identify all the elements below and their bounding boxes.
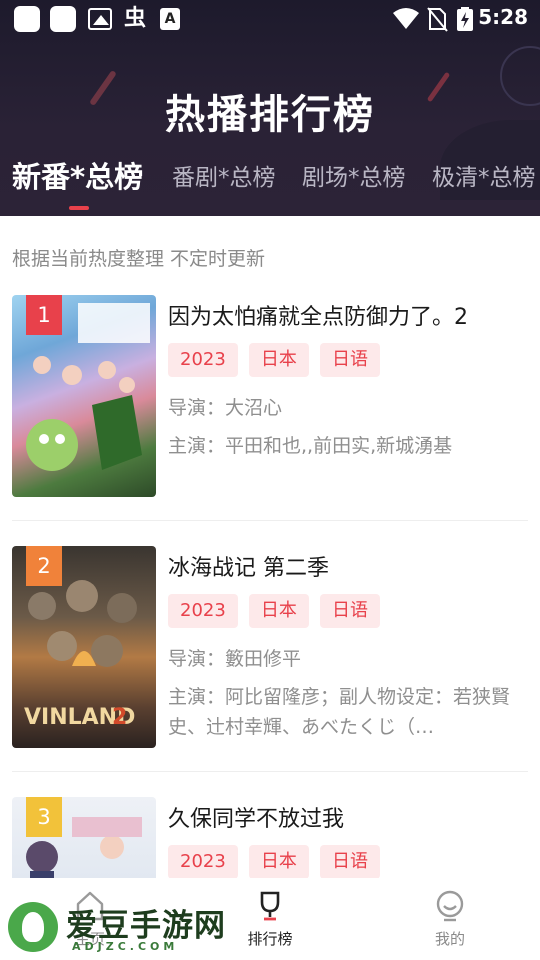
- ranking-item[interactable]: 1 因为太怕痛就全点防御力了。2 2023 日本 日语 导演：大沼心 主演：平田…: [12, 295, 528, 505]
- rank-badge: 1: [26, 295, 62, 335]
- year-tag: 2023: [168, 343, 238, 377]
- poster-image: VINLAND 2 2: [12, 546, 156, 748]
- tag-list: 2023 日本 日语: [168, 594, 386, 628]
- ranking-item[interactable]: 3 久保同学不放过我 2023 日本 日语: [12, 797, 528, 878]
- region-tag: 日本: [248, 343, 309, 377]
- tab-bar: 新番*总榜 番剧*总榜 剧场*总榜 极清*总榜: [0, 158, 540, 208]
- app-square-icon: [50, 6, 76, 32]
- no-sim-icon: [427, 7, 448, 32]
- rank-badge: 2: [26, 546, 62, 586]
- active-tab-indicator: [69, 206, 89, 210]
- user-icon: [436, 890, 464, 922]
- region-tag: 日本: [248, 845, 309, 878]
- image-icon: [88, 8, 112, 30]
- item-title[interactable]: 因为太怕痛就全点防御力了。2: [168, 299, 468, 331]
- divider: [12, 520, 528, 521]
- cast-text: 主演：平田和也,,前田实,新城湧基: [168, 435, 453, 457]
- year-tag: 2023: [168, 594, 238, 628]
- header: 虫 A 5:28 热播排行榜 新番*总榜 番剧*总榜 剧场*总榜 极清*总榜: [0, 0, 540, 216]
- region-tag: 日本: [248, 594, 309, 628]
- tab-series-total[interactable]: 番剧*总榜: [172, 158, 276, 192]
- tab-hd-total[interactable]: 极清*总榜: [432, 158, 536, 192]
- watermark-text: 爱豆手游网: [66, 908, 226, 944]
- director-text: 导演：籔田修平: [168, 648, 302, 670]
- tag-list: 2023 日本 日语: [168, 845, 386, 878]
- list-subtitle: 根据当前热度整理 不定时更新: [12, 248, 266, 270]
- watermark-domain: ADJZC.COM: [72, 940, 179, 953]
- poster-image: 1: [12, 295, 156, 497]
- divider: [12, 771, 528, 772]
- rank-badge: 3: [26, 797, 62, 837]
- language-tag: 日语: [320, 343, 380, 377]
- svg-text:2: 2: [112, 705, 127, 730]
- nav-profile[interactable]: 我的: [400, 878, 500, 960]
- tag-list: 2023 日本 日语: [168, 343, 386, 377]
- app-square-icon: [14, 6, 40, 32]
- status-time: 5:28: [478, 5, 528, 29]
- tab-new-anime-total[interactable]: 新番*总榜: [12, 154, 143, 196]
- status-bar: 虫 A 5:28: [0, 0, 540, 36]
- poster-image: 3: [12, 797, 156, 878]
- watermark-logo: 爱豆手游网 ADJZC.COM: [8, 898, 248, 956]
- wifi-icon: [393, 8, 419, 29]
- ranking-item[interactable]: VINLAND 2 2 冰海战记 第二季 2023 日本 日语 导演：籔田修平 …: [12, 546, 528, 756]
- language-tag: 日语: [320, 594, 380, 628]
- cast-text: 主演：阿比留隆彦；副人物设定：若狭賢史、辻村幸輝、あべたくじ（…: [168, 686, 511, 738]
- director-text: 导演：大沼心: [168, 397, 283, 419]
- watermark-leaf-icon: [8, 902, 58, 952]
- item-title[interactable]: 冰海战记 第二季: [168, 550, 329, 582]
- text-a-icon: A: [160, 8, 180, 30]
- item-title[interactable]: 久保同学不放过我: [168, 801, 344, 833]
- year-tag: 2023: [168, 845, 238, 878]
- bug-icon: 虫: [123, 6, 146, 31]
- trophy-icon: [260, 891, 280, 921]
- tab-theater-total[interactable]: 剧场*总榜: [302, 158, 406, 192]
- page-title: 热播排行榜: [165, 92, 375, 138]
- language-tag: 日语: [320, 845, 380, 878]
- battery-charging-icon: [457, 7, 473, 31]
- nav-label: 我的: [434, 930, 465, 948]
